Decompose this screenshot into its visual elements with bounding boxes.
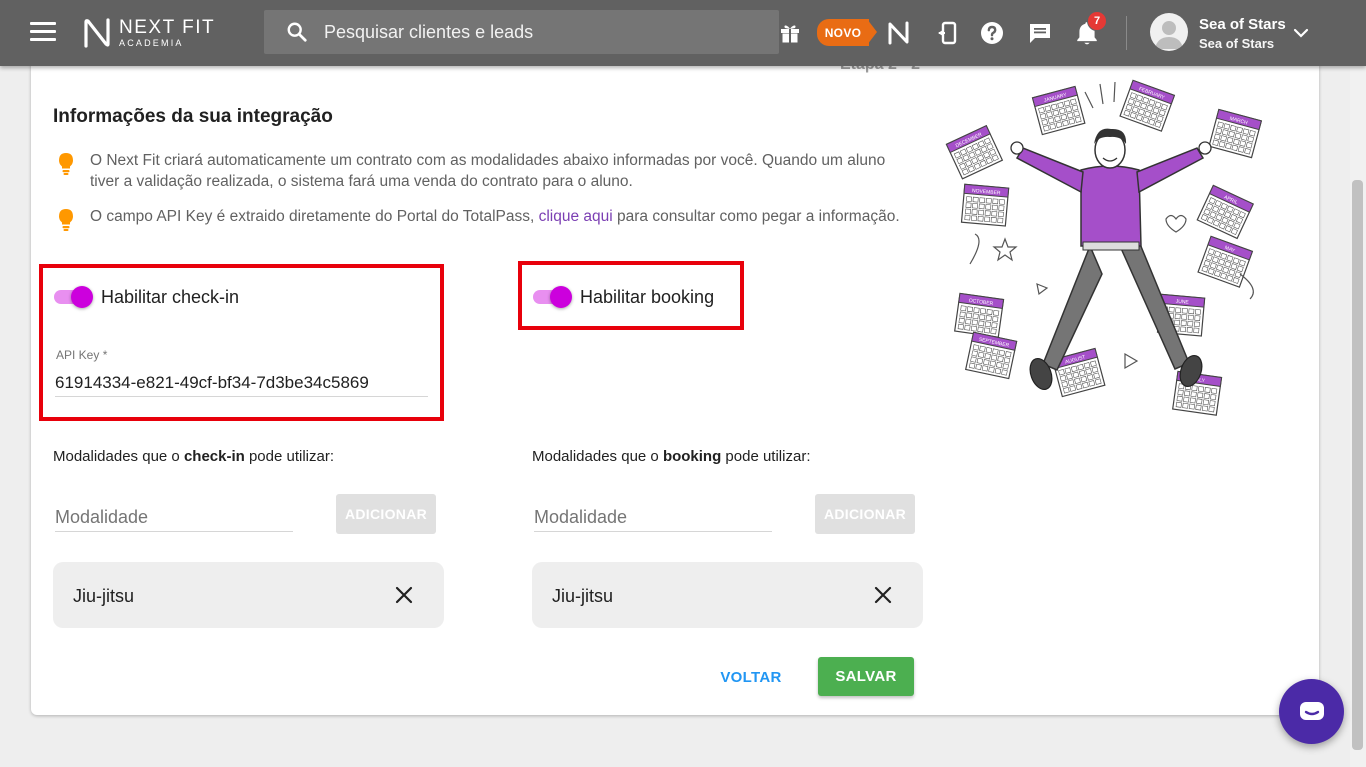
chat-icon[interactable] xyxy=(1026,19,1054,47)
top-bar: NEXT FIT ACADEMIA NOVO xyxy=(0,0,1366,66)
calendar-sheet-icon: APRIL xyxy=(1196,184,1255,240)
person-figure xyxy=(1010,128,1212,391)
calendar-person-illustration: JANUARY FEBRUARY MARCH DECEMBERNOVEMBER APRI… xyxy=(945,79,1263,416)
checkin-modalities-title: Modalidades que o check-in pode utilizar… xyxy=(53,448,335,465)
booking-modality-input[interactable] xyxy=(534,504,772,532)
booking-modality-chip: Jiu-jitsu xyxy=(532,562,923,628)
save-button[interactable]: SALVAR xyxy=(818,657,914,696)
calendar-sheet-icon: NOVEMBER xyxy=(960,183,1010,227)
calendar-sheet-icon: SEPTEMBER xyxy=(964,331,1018,380)
page-title: Informações da sua integração xyxy=(53,106,333,127)
checkin-modality-input[interactable] xyxy=(55,504,293,532)
checkin-toggle-label: Habilitar check-in xyxy=(101,287,240,307)
logo-title: NEXT FIT xyxy=(119,17,216,38)
info-contract-text: O Next Fit criará automaticamente um con… xyxy=(90,152,886,190)
calendar-sheet-icon: MAY xyxy=(1197,235,1254,288)
chip-label: Jiu-jitsu xyxy=(552,586,614,606)
lightbulb-icon xyxy=(59,153,73,175)
nextfit-icon[interactable] xyxy=(885,19,913,47)
api-key-label: API Key * xyxy=(56,348,108,362)
back-button[interactable]: VOLTAR xyxy=(708,658,794,696)
help-icon[interactable] xyxy=(978,19,1006,47)
booking-toggle-label: Habilitar booking xyxy=(580,287,715,307)
notification-badge: 7 xyxy=(1087,11,1107,31)
search-input[interactable] xyxy=(324,21,744,43)
logo[interactable]: NEXT FIT ACADEMIA xyxy=(83,16,215,50)
calendar-sheet-icon: OCTOBER xyxy=(954,292,1005,338)
checkin-modality-chip: Jiu-jitsu xyxy=(53,562,444,628)
close-icon[interactable] xyxy=(873,585,893,605)
user-unit: Sea of Stars xyxy=(1199,36,1275,51)
lightbulb-icon xyxy=(59,209,73,231)
booking-modalities-title: Modalidades que o booking pode utilizar: xyxy=(532,448,811,465)
help-link[interactable]: clique aqui xyxy=(539,208,613,225)
booking-toggle[interactable] xyxy=(533,286,573,308)
checkin-toggle[interactable] xyxy=(54,286,94,308)
checkin-add-button[interactable]: ADICIONAR xyxy=(336,494,436,534)
nextfit-logo-icon xyxy=(84,18,110,48)
logo-subtitle: ACADEMIA xyxy=(119,38,184,48)
booking-add-button[interactable]: ADICIONAR xyxy=(815,494,915,534)
info-contract: O Next Fit criará automaticamente um con… xyxy=(55,150,905,192)
calendar-sheet-icon: MARCH xyxy=(1208,108,1263,159)
info-api-text-pre: O campo API Key é extraido diretamente d… xyxy=(90,208,539,225)
close-icon[interactable] xyxy=(394,585,414,605)
menu-icon[interactable] xyxy=(30,22,56,44)
user-name: Sea of Stars xyxy=(1199,16,1286,33)
scrollbar-thumb[interactable] xyxy=(1352,180,1363,750)
calendar-sheet-icon: JANUARY xyxy=(1031,85,1086,136)
search-icon xyxy=(287,22,307,42)
calendar-month-label: JUNE xyxy=(1175,299,1189,306)
avatar-icon[interactable] xyxy=(1150,13,1188,51)
info-api-key: O campo API Key é extraido diretamente d… xyxy=(55,206,905,232)
gift-icon[interactable] xyxy=(776,19,804,47)
chip-label: Jiu-jitsu xyxy=(73,586,135,606)
novo-badge[interactable]: NOVO xyxy=(817,19,877,46)
chevron-down-icon[interactable] xyxy=(1292,24,1310,42)
checkin-highlight xyxy=(39,264,444,421)
info-api-text-post: para consultar como pegar a informação. xyxy=(612,208,900,225)
api-key-input[interactable] xyxy=(55,370,428,397)
search-box[interactable] xyxy=(264,10,779,54)
user-info[interactable]: Sea of Stars Sea of Stars xyxy=(1199,16,1286,51)
mobile-icon[interactable] xyxy=(933,19,961,47)
support-chat-button[interactable] xyxy=(1279,679,1344,744)
calendar-sheet-icon: DECEMBER xyxy=(945,124,1004,180)
calendar-sheet-icon: FEBRUARY xyxy=(1119,79,1176,132)
chat-bubble-icon xyxy=(1299,701,1324,720)
